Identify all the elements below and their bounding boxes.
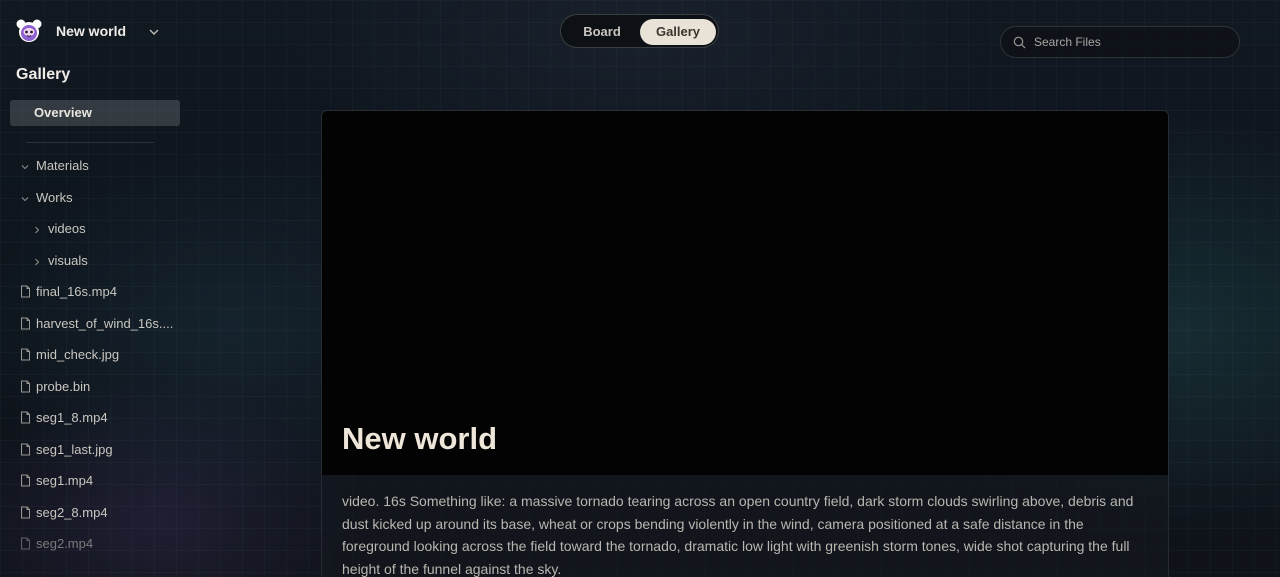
file-label: seg2.mp4 (36, 535, 94, 551)
workspace-logo-icon (16, 18, 42, 44)
folder-works[interactable]: Works (20, 187, 73, 207)
folder-visuals[interactable]: visuals (32, 250, 88, 270)
file-icon (20, 506, 31, 519)
file-icon (20, 443, 31, 456)
search-icon (1013, 36, 1026, 48)
folder-label: Materials (36, 157, 89, 173)
workspace-switcher[interactable]: New world (16, 18, 176, 44)
file-label: probe.bin (36, 378, 91, 394)
chevron-right-icon (32, 223, 42, 234)
sidebar-item-overview[interactable]: Overview (10, 100, 180, 126)
file-item[interactable]: seg1.mp4 (20, 470, 175, 490)
file-item[interactable]: mid_check.jpg (20, 344, 175, 364)
file-icon (20, 380, 31, 393)
tab-board[interactable]: Board (565, 19, 639, 45)
divider (26, 142, 154, 143)
file-item[interactable]: seg1_8.mp4 (20, 407, 175, 427)
file-icon (20, 537, 31, 550)
section-title: Gallery (16, 66, 71, 83)
file-label: harvest_of_wind_16s.... (36, 315, 174, 331)
file-icon (20, 411, 31, 424)
file-item[interactable]: final_16s.mp4 (20, 281, 175, 301)
sidebar: New world Gallery Overview Materials Wor… (0, 0, 190, 577)
folder-label: Works (36, 189, 73, 205)
file-icon (20, 348, 31, 361)
file-item[interactable]: seg1_last.jpg (20, 439, 175, 459)
file-item[interactable]: seg2.mp4 (20, 533, 175, 553)
folder-materials[interactable]: Materials (20, 155, 89, 175)
search-input[interactable] (1034, 35, 1234, 49)
file-icon (20, 285, 31, 298)
file-icon (20, 317, 31, 330)
file-item[interactable]: probe.bin (20, 376, 175, 396)
file-item[interactable]: harvest_of_wind_16s.... (20, 313, 175, 333)
folder-videos[interactable]: videos (32, 218, 86, 238)
folder-label: videos (48, 220, 86, 236)
file-item[interactable]: seg2_8.mp4 (20, 502, 175, 522)
chevron-down-icon[interactable] (148, 25, 160, 37)
card-title: New world (342, 421, 498, 456)
file-label: seg1_last.jpg (36, 441, 113, 457)
search-box (1000, 26, 1240, 58)
view-toggle: Board Gallery (560, 14, 719, 48)
chevron-down-icon (20, 192, 30, 202)
file-label: seg1.mp4 (36, 472, 94, 488)
file-label: seg2_8.mp4 (36, 504, 108, 520)
gallery-card[interactable]: New world video. 16s Something like: a m… (321, 110, 1169, 577)
tab-gallery[interactable]: Gallery (640, 19, 716, 45)
file-label: final_16s.mp4 (36, 283, 117, 299)
folder-label: visuals (48, 252, 88, 268)
chevron-right-icon (32, 255, 42, 266)
file-label: mid_check.jpg (36, 346, 120, 362)
file-icon (20, 474, 31, 487)
card-description: video. 16s Something like: a massive tor… (342, 493, 1134, 577)
chevron-down-icon (20, 160, 30, 170)
workspace-name: New world (56, 23, 127, 39)
file-label: seg1_8.mp4 (36, 409, 108, 425)
